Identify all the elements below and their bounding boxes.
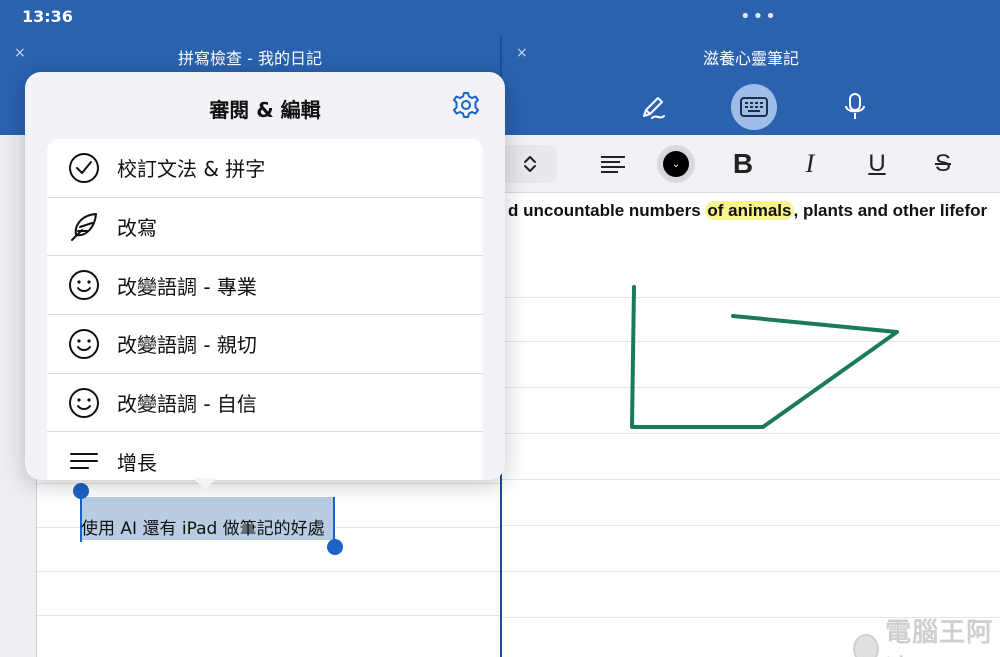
menu-item-label: 改變語調 - 專業	[117, 274, 257, 299]
gear-icon[interactable]	[452, 91, 480, 123]
lines-icon	[68, 445, 100, 477]
ink-drawing[interactable]	[502, 135, 1000, 657]
smiley-icon	[68, 387, 100, 419]
multitask-dots[interactable]: •••	[740, 6, 778, 27]
right-toolbar	[502, 74, 1000, 135]
right-canvas[interactable]: ⌄ B I U S d uncountable numbers of anima…	[502, 135, 1000, 657]
ruled-line	[37, 615, 500, 616]
menu-item-proofread[interactable]: 校訂文法 & 拼字	[47, 139, 483, 198]
status-bar: 13:36 •••	[0, 0, 1000, 36]
menu-item-tone-professional[interactable]: 改變語調 - 專業	[47, 256, 483, 316]
menu-item-label: 校訂文法 & 拼字	[117, 157, 266, 182]
left-window-title: 拼寫檢查 - 我的日記	[178, 49, 322, 68]
watermark-logo-icon	[853, 634, 880, 657]
popover-title: 審閱 & 編輯	[209, 98, 321, 122]
feather-icon	[68, 211, 100, 243]
menu-item-lengthen[interactable]: 增長	[47, 432, 483, 480]
microphone-icon[interactable]	[832, 84, 878, 130]
popover-arrow	[193, 478, 217, 490]
right-window-title: 滋養心靈筆記	[702, 49, 799, 68]
ruled-line	[37, 483, 500, 484]
right-titlebar: × 滋養心靈筆記	[502, 36, 1000, 74]
menu-item-tone-confident[interactable]: 改變語調 - 自信	[47, 374, 483, 433]
check-circle-icon	[68, 152, 100, 184]
ink-stroke	[630, 285, 899, 429]
pen-icon[interactable]	[630, 84, 676, 130]
status-time: 13:36	[22, 7, 73, 26]
keyboard-icon[interactable]	[731, 84, 777, 130]
selection-edge	[333, 497, 335, 545]
popover-menu: 校訂文法 & 拼字 改寫 改變語調 - 專業 改變語調 - 親切 改變語調 - …	[47, 139, 483, 480]
watermark-text: 電腦王阿達	[885, 618, 994, 657]
menu-item-label: 增長	[117, 451, 157, 476]
selected-text: 使用 AI 還有 iPad 做筆記的好處	[81, 519, 325, 539]
smiley-icon	[68, 328, 100, 360]
selection-end-handle[interactable]	[327, 539, 343, 555]
review-edit-popover: 審閱 & 編輯 校訂文法 & 拼字 改寫 改變語調 - 專業 改變語調 - 親切…	[25, 72, 505, 480]
menu-item-label: 改寫	[117, 216, 157, 241]
menu-item-label: 改變語調 - 親切	[117, 333, 257, 358]
ruled-line	[37, 571, 500, 572]
right-window: × 滋養心靈筆記 ⌄ B I U S d uncountable numbers…	[502, 36, 1000, 657]
smiley-icon	[68, 269, 100, 301]
menu-item-tone-friendly[interactable]: 改變語調 - 親切	[47, 315, 483, 374]
menu-item-label: 改變語調 - 自信	[117, 392, 257, 417]
watermark: 電腦王阿達	[853, 612, 1000, 657]
left-titlebar: × 拼寫檢查 - 我的日記	[0, 36, 500, 74]
menu-item-rewrite[interactable]: 改寫	[47, 198, 483, 257]
selection-start-handle[interactable]	[73, 483, 89, 499]
